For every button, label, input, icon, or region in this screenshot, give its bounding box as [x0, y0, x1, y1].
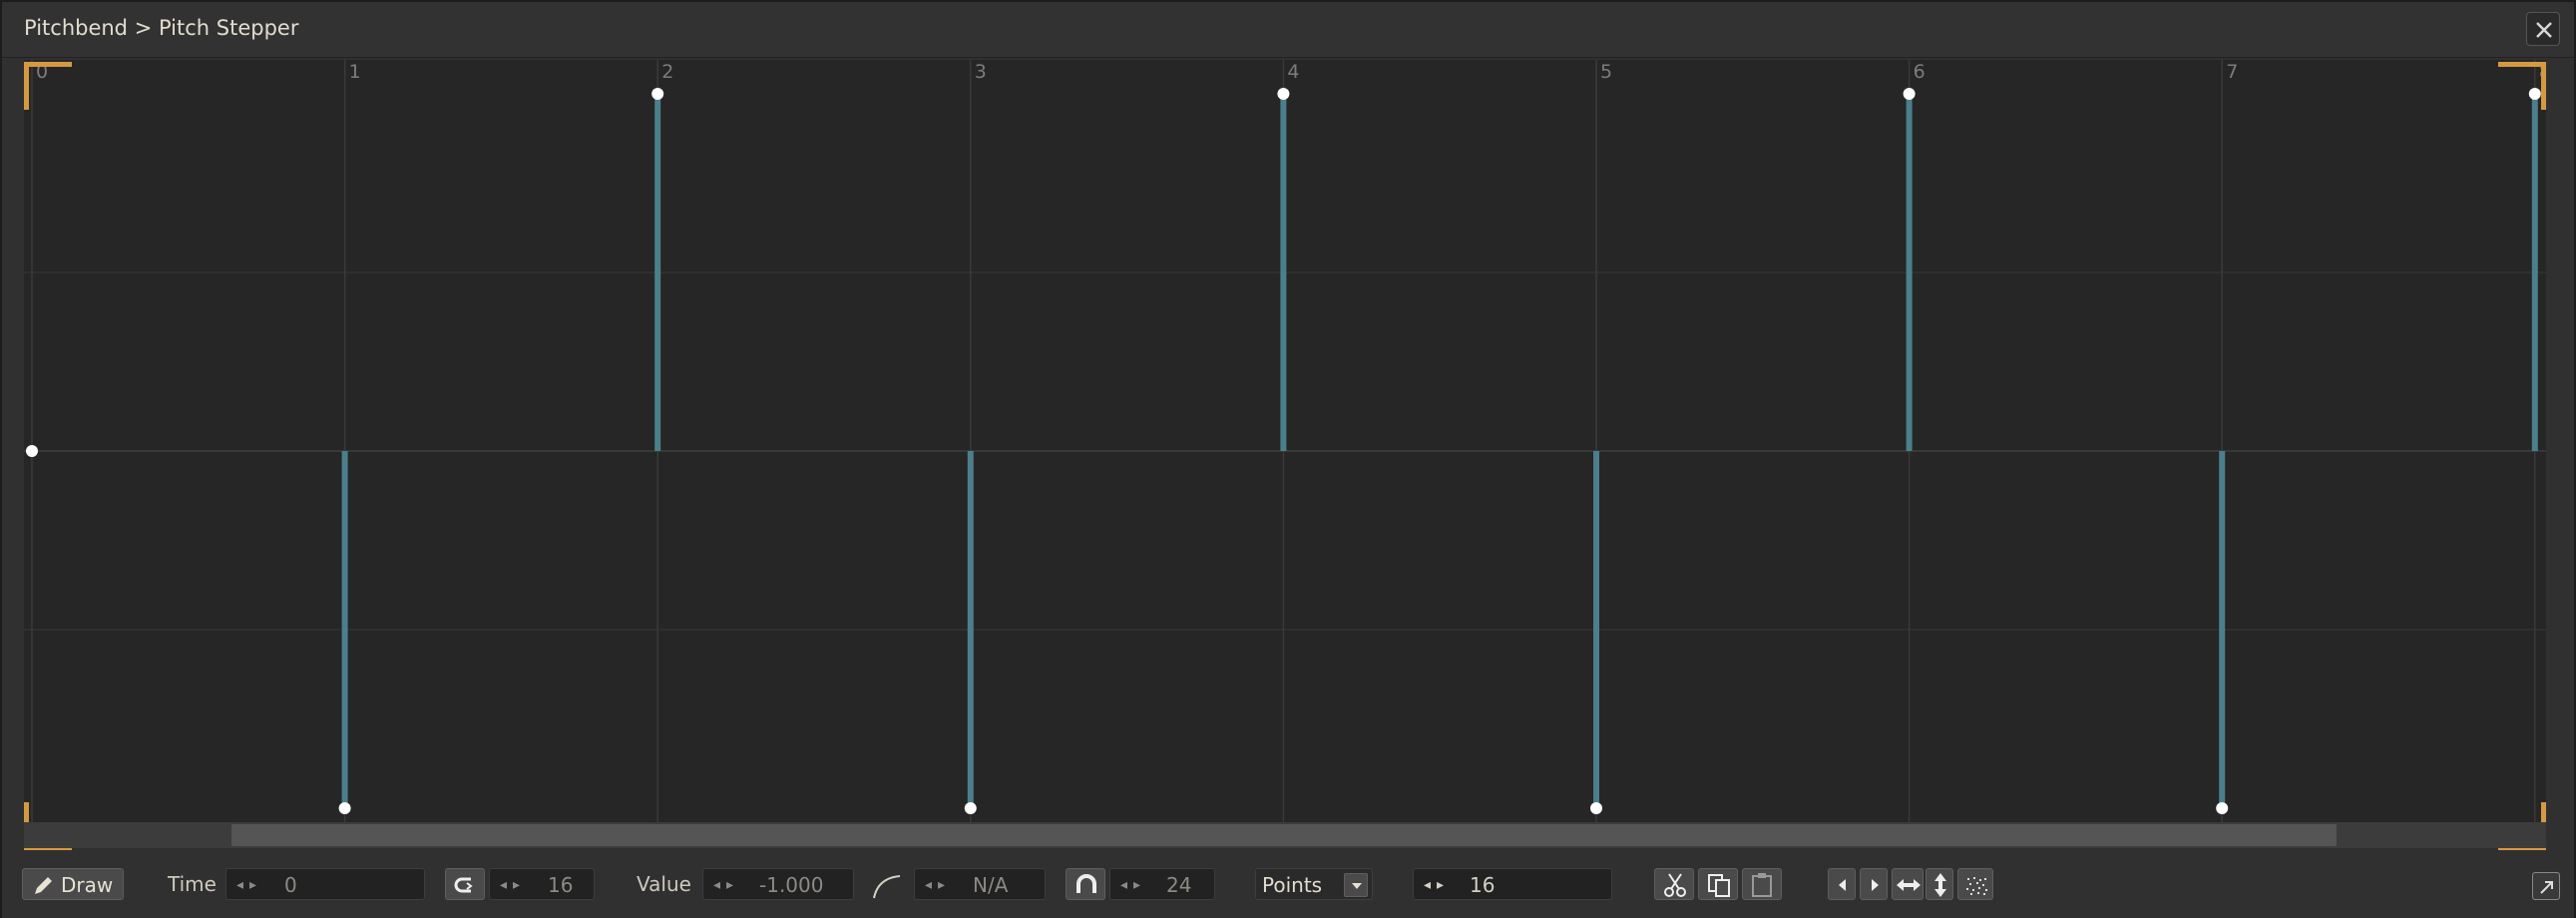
close-icon	[2536, 22, 2552, 38]
flip-vertical-icon	[1934, 873, 1946, 897]
pencil-icon	[35, 877, 52, 894]
loop-corner-top-right	[2498, 62, 2546, 110]
snap-value: 16	[548, 873, 574, 897]
shift-left-button[interactable]	[1828, 868, 1856, 900]
snap-icon	[454, 877, 473, 893]
tension-field[interactable]: ◂▸ N/A	[914, 868, 1046, 900]
automation-point[interactable]	[26, 445, 38, 457]
magnet-icon	[1076, 874, 1096, 893]
automation-point[interactable]	[651, 88, 664, 100]
cut-button[interactable]	[1654, 868, 1694, 900]
automation-point[interactable]	[1590, 802, 1602, 814]
smooth-value: 24	[1166, 873, 1192, 897]
noise-icon	[1966, 877, 1987, 895]
automation-point[interactable]	[2216, 802, 2229, 814]
copy-icon	[1708, 874, 1730, 897]
value-field[interactable]: ◂▸ -1.000	[702, 868, 854, 900]
mode-dropdown-value: Points	[1262, 873, 1323, 897]
ruler-label: 4	[1287, 61, 1299, 83]
time-label: Time	[168, 872, 216, 896]
ruler-label: 5	[1600, 61, 1612, 83]
value-stepper-arrows-icon[interactable]: ◂▸	[713, 869, 739, 901]
detach-button[interactable]	[2532, 872, 2560, 900]
horizontal-scrollbar[interactable]	[24, 822, 2546, 848]
bottom-toolbar: Draw Time ◂▸ 0 ◂▸ 16 Value ◂▸ -1.000 ◂▸ …	[2, 856, 2574, 918]
automation-point[interactable]	[338, 802, 351, 814]
draw-button[interactable]: Draw	[22, 868, 124, 900]
automation-editor-window: Pitchbend > Pitch Stepper 01234567891011…	[0, 0, 2576, 918]
ruler-label: 1	[349, 61, 361, 83]
ruler-label: 6	[1914, 61, 1926, 83]
automation-graph[interactable]: 0123456789101112131415	[24, 60, 2546, 824]
automation-point[interactable]	[1277, 88, 1290, 100]
paste-icon	[1752, 873, 1772, 897]
snap-toggle-button[interactable]	[445, 868, 485, 900]
ruler-label: 7	[2226, 61, 2238, 83]
time-stepper-arrows-icon[interactable]: ◂▸	[236, 869, 262, 901]
tension-stepper-arrows-icon[interactable]: ◂▸	[925, 869, 951, 901]
smooth-stepper-arrows-icon[interactable]: ◂▸	[1120, 869, 1146, 901]
shift-right-button[interactable]	[1860, 868, 1888, 900]
arrow-left-icon	[1839, 879, 1846, 891]
smooth-toggle-button[interactable]	[1066, 868, 1105, 900]
ruler-label: 3	[975, 61, 987, 83]
flip-horizontal-icon	[1897, 879, 1921, 891]
title-bar: Pitchbend > Pitch Stepper	[2, 2, 2574, 58]
window-title: Pitchbend > Pitch Stepper	[24, 16, 299, 40]
automation-point[interactable]	[1903, 88, 1916, 100]
arrow-right-icon	[1872, 879, 1879, 891]
mode-dropdown[interactable]: Points	[1255, 868, 1373, 900]
tension-curve-icon	[870, 868, 904, 900]
randomize-button[interactable]	[1957, 868, 1993, 900]
automation-graph-canvas[interactable]: 0123456789101112131415	[24, 60, 2546, 824]
time-field[interactable]: ◂▸ 0	[225, 868, 425, 900]
chevron-down-icon[interactable]	[1344, 873, 1368, 897]
tension-value: N/A	[973, 873, 1009, 897]
points-stepper-arrows-icon[interactable]: ◂▸	[1424, 869, 1450, 901]
snap-stepper-arrows-icon[interactable]: ◂▸	[500, 869, 526, 901]
points-count-field[interactable]: ◂▸ 16	[1413, 868, 1612, 900]
snap-field[interactable]: ◂▸ 16	[489, 868, 595, 900]
smooth-field[interactable]: ◂▸ 24	[1109, 868, 1215, 900]
flip-horizontal-button[interactable]	[1892, 868, 1924, 900]
time-value: 0	[284, 873, 297, 897]
close-button[interactable]	[2526, 12, 2560, 46]
value-label: Value	[637, 872, 691, 896]
points-count-value: 16	[1470, 873, 1496, 897]
copy-button[interactable]	[1698, 868, 1738, 900]
value-value: -1.000	[759, 873, 824, 897]
flip-vertical-button[interactable]	[1926, 868, 1953, 900]
scissors-icon	[1664, 873, 1686, 897]
scrollbar-thumb[interactable]	[231, 824, 2337, 846]
ruler-label: 2	[661, 61, 673, 83]
loop-corner-top-left	[24, 62, 72, 110]
automation-point[interactable]	[964, 802, 977, 814]
paste-button[interactable]	[1742, 868, 1782, 900]
draw-label: Draw	[61, 873, 114, 897]
expand-icon	[2540, 881, 2553, 894]
